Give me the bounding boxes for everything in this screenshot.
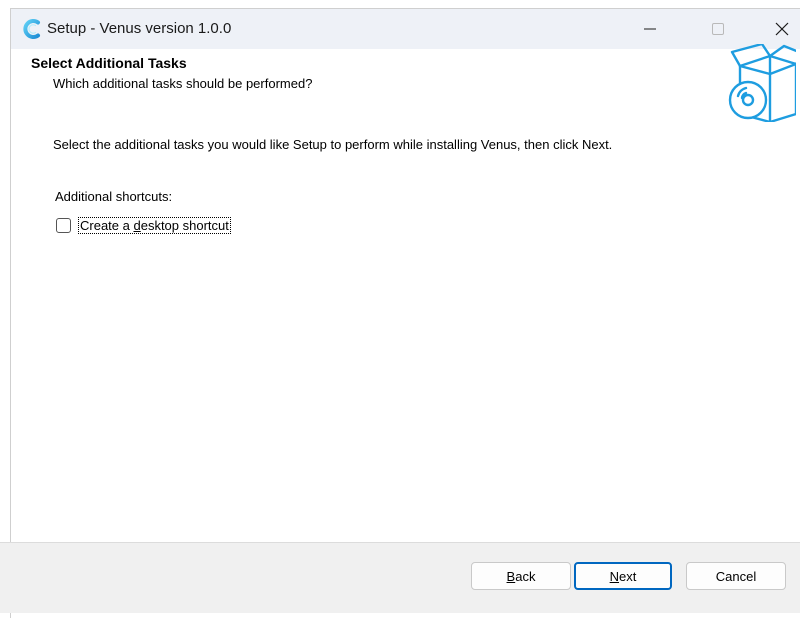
venus-c-logo-icon [23, 19, 40, 39]
back-accel: B [506, 568, 516, 584]
minimize-button[interactable] [627, 9, 673, 49]
software-box-disc-icon [728, 44, 796, 122]
desktop-shortcut-label[interactable]: Create a desktop shortcut [78, 217, 231, 234]
page-subtitle: Which additional tasks should be perform… [53, 76, 313, 91]
wizard-footer [0, 542, 800, 613]
next-label-rest: ext [619, 568, 637, 584]
additional-shortcuts-label: Additional shortcuts: [55, 189, 173, 204]
desktop-label-part2: esktop shortcut [140, 218, 229, 233]
title-bar[interactable]: Setup - Venus version 1.0.0 [11, 9, 800, 49]
back-button[interactable]: Back [471, 562, 571, 590]
window-title: Setup - Venus version 1.0.0 [47, 20, 232, 37]
page-title: Select Additional Tasks [31, 55, 187, 71]
desktop-label-accel: d [133, 218, 141, 233]
instructions-text: Select the additional tasks you would li… [53, 137, 613, 152]
close-button[interactable] [759, 9, 800, 49]
maximize-button[interactable] [695, 9, 741, 49]
setup-window: Setup - Venus version 1.0.0 [10, 8, 800, 618]
maximize-icon [712, 23, 724, 35]
back-label-rest: ack [515, 568, 536, 584]
desktop-shortcut-option[interactable]: Create a desktop shortcut [56, 217, 231, 234]
minimize-icon [644, 28, 656, 30]
next-accel: N [609, 568, 620, 584]
cancel-button[interactable]: Cancel [686, 562, 786, 590]
next-button[interactable]: Next [574, 562, 672, 590]
desktop-shortcut-checkbox[interactable] [56, 218, 71, 233]
close-icon [775, 22, 789, 36]
desktop-label-part1: Create a [80, 218, 134, 233]
